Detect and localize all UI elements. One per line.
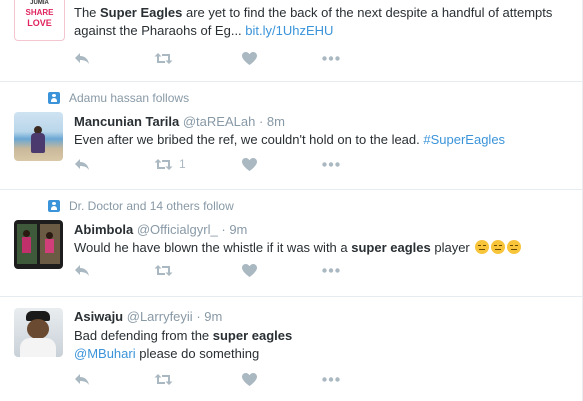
like-icon — [242, 264, 257, 277]
more-icon — [322, 161, 340, 167]
like-button[interactable] — [242, 373, 322, 386]
tweet-actions — [74, 264, 340, 277]
retweet-button[interactable] — [154, 52, 242, 65]
keyword-highlight: super eagles — [351, 240, 431, 255]
tweet-text: Would he have blown the whistle if it wa… — [74, 239, 574, 257]
retweet-count: 1 — [179, 157, 186, 171]
social-context: Adamu hassan follows — [48, 91, 189, 105]
reply-button[interactable] — [74, 264, 154, 277]
tweet[interactable]: JUMIA SHARE LOVE The Super Eagles are ye… — [0, 0, 582, 82]
avatar[interactable]: JUMIA SHARE LOVE — [14, 0, 65, 41]
more-button[interactable] — [322, 377, 340, 382]
tweet[interactable]: Adamu hassan follows Mancunian Tarila @t… — [0, 82, 582, 190]
tweet-header: Asiwaju @Larryfeyii · 9m — [74, 309, 223, 324]
social-context-text: Dr. Doctor and 14 others follow — [69, 199, 234, 213]
tweet[interactable]: Dr. Doctor and 14 others follow Abimbola… — [0, 190, 582, 297]
avatar-line2: LOVE — [27, 18, 52, 28]
more-icon — [322, 56, 340, 61]
tweet-timestamp[interactable]: 8m — [267, 114, 285, 129]
tweet-text: Even after we bribed the ref, we couldn'… — [74, 131, 574, 149]
tweet-timestamp[interactable]: 9m — [229, 222, 247, 237]
follows-icon — [48, 92, 60, 104]
text-segment: player — [430, 240, 474, 255]
text-segment: Even after we bribed the ref, we couldn'… — [74, 132, 424, 147]
text-segment: The — [74, 5, 101, 20]
tweet-text-line2: @MBuhari please do something — [74, 345, 574, 363]
retweet-button[interactable] — [154, 373, 242, 386]
tweet-text: Bad defending from the super eagles — [74, 327, 574, 345]
follows-icon — [48, 200, 60, 212]
more-icon — [322, 377, 340, 382]
like-icon — [242, 157, 257, 171]
user-fullname[interactable]: Mancunian Tarila — [74, 114, 179, 129]
tweet-actions: 1 — [74, 157, 340, 171]
retweet-icon — [154, 158, 173, 170]
text-segment: Would he have blown the whistle if it wa… — [74, 240, 352, 255]
retweet-button[interactable] — [154, 264, 242, 277]
text-segment: Bad defending from the — [74, 328, 213, 343]
avatar[interactable] — [14, 308, 63, 357]
retweet-icon — [154, 374, 173, 385]
retweet-icon — [154, 53, 173, 64]
retweet-icon — [154, 265, 173, 276]
like-button[interactable] — [242, 157, 322, 171]
mention-link[interactable]: @MBuhari — [74, 346, 136, 361]
retweet-button[interactable]: 1 — [154, 157, 242, 171]
tweet[interactable]: Asiwaju @Larryfeyii · 9m Bad defending f… — [0, 297, 582, 401]
tweet-link[interactable]: bit.ly/1UhzEHU — [245, 23, 333, 38]
user-handle[interactable]: @taREALah — [183, 114, 255, 129]
avatar[interactable] — [14, 220, 63, 269]
user-fullname[interactable]: Abimbola — [74, 222, 133, 237]
reply-button[interactable] — [74, 373, 154, 386]
more-icon — [322, 268, 340, 273]
social-context-text: Adamu hassan follows — [69, 91, 190, 105]
reply-icon — [75, 265, 89, 276]
like-icon — [242, 52, 257, 65]
unamused-face-icon — [507, 240, 522, 254]
reply-icon — [75, 158, 89, 170]
keyword-highlight: super eagles — [212, 328, 293, 343]
text-segment: please do something — [135, 346, 260, 361]
like-button[interactable] — [242, 264, 322, 277]
avatar-brand: JUMIA — [30, 0, 49, 6]
more-button[interactable] — [322, 161, 340, 167]
reply-button[interactable] — [74, 158, 154, 171]
hashtag-link[interactable]: #SuperEagles — [423, 132, 505, 147]
reply-button[interactable] — [74, 52, 154, 65]
timeline: JUMIA SHARE LOVE The Super Eagles are ye… — [0, 0, 583, 401]
more-button[interactable] — [322, 268, 340, 273]
tweet-text: The Super Eagles are yet to find the bac… — [74, 4, 574, 40]
tweet-timestamp[interactable]: 9m — [204, 309, 222, 324]
user-fullname[interactable]: Asiwaju — [74, 309, 123, 324]
more-button[interactable] — [322, 56, 340, 61]
unamused-face-icon — [475, 240, 490, 254]
like-button[interactable] — [242, 52, 322, 65]
tweet-actions — [74, 373, 340, 386]
like-icon — [242, 373, 257, 386]
tweet-header: Mancunian Tarila @taREALah · 8m — [74, 114, 285, 129]
user-handle[interactable]: @Officialgyrl_ — [137, 222, 218, 237]
social-context: Dr. Doctor and 14 others follow — [48, 199, 234, 213]
avatar-line1: SHARE — [25, 8, 54, 17]
avatar[interactable] — [14, 112, 63, 161]
keyword-highlight: Super Eagles — [100, 5, 183, 20]
tweet-header: Abimbola @Officialgyrl_ · 9m — [74, 222, 248, 237]
unamused-face-icon — [491, 240, 506, 254]
user-handle[interactable]: @Larryfeyii — [127, 309, 193, 324]
reply-icon — [75, 53, 89, 64]
tweet-actions — [74, 52, 340, 65]
reply-icon — [75, 374, 89, 385]
